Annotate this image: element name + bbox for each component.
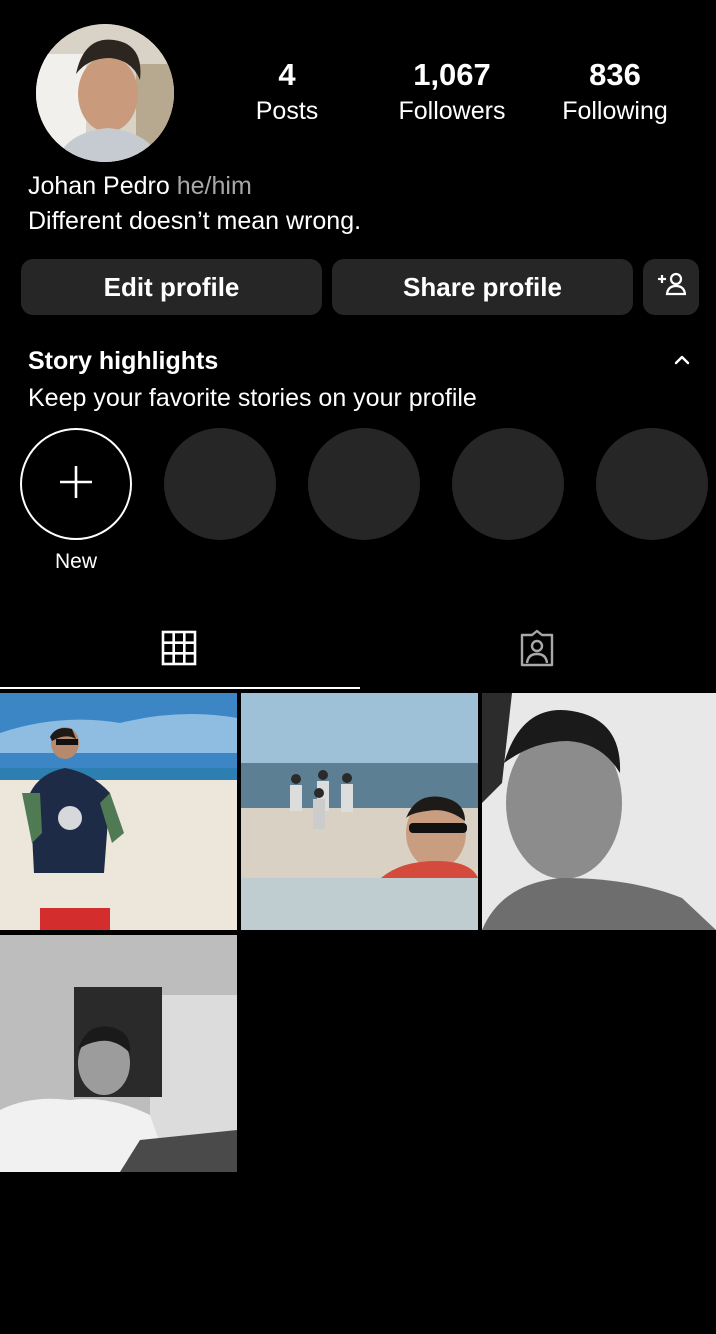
stat-followers-label: Followers (398, 97, 506, 125)
stat-posts-value: 4 (278, 57, 296, 92)
profile-bio: Different doesn’t mean wrong. (28, 207, 362, 235)
profile-name: Johan Pedro (28, 172, 170, 200)
stat-following[interactable]: 836 Following (535, 55, 695, 127)
stat-posts[interactable]: 4 Posts (207, 55, 367, 127)
empty-highlight-placeholder (308, 428, 420, 540)
empty-highlight-placeholder (596, 428, 708, 540)
empty-highlight-placeholder (164, 428, 276, 540)
new-highlight-label: New (54, 550, 97, 573)
add-person-button[interactable] (643, 259, 699, 315)
add-person-icon (656, 271, 687, 304)
stat-following-value: 836 (589, 57, 641, 92)
active-tab-indicator (0, 687, 360, 689)
post-thumbnail[interactable] (0, 935, 237, 1172)
post-thumbnail[interactable] (482, 693, 716, 930)
profile-stats: 4 Posts 1,067 Followers 836 Following (0, 55, 716, 135)
tagged-icon (518, 629, 556, 672)
highlights-title: Story highlights (28, 347, 219, 375)
post-thumbnail[interactable] (0, 693, 237, 930)
profile-name-line: Johan Pedro he/him (28, 170, 252, 202)
grid-icon (161, 630, 197, 671)
tab-posts-grid[interactable] (0, 610, 358, 690)
post-thumbnail[interactable] (241, 693, 478, 930)
edit-profile-button[interactable]: Edit profile (21, 259, 322, 315)
stat-posts-label: Posts (255, 97, 319, 125)
stat-following-label: Following (562, 97, 668, 125)
chevron-up-icon[interactable] (670, 348, 694, 372)
share-profile-button[interactable]: Share profile (332, 259, 633, 315)
profile-pronouns: he/him (176, 172, 252, 200)
plus-icon (58, 464, 94, 505)
empty-highlight-placeholder (452, 428, 564, 540)
highlights-subtitle: Keep your favorite stories on your profi… (28, 384, 477, 412)
tab-tagged[interactable] (358, 610, 716, 690)
stat-followers-value: 1,067 (413, 57, 491, 92)
stat-followers[interactable]: 1,067 Followers (372, 55, 532, 127)
new-highlight-button[interactable] (20, 428, 132, 540)
